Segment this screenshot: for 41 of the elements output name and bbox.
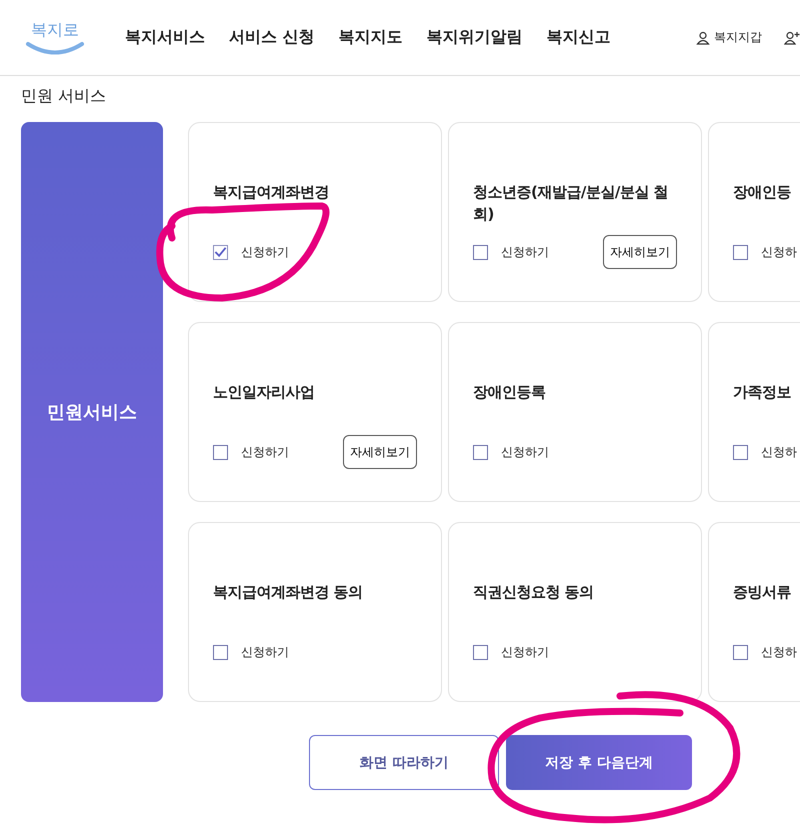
apply-checkbox[interactable]: 신청하기: [213, 644, 289, 660]
service-title: 노인일자리사업: [213, 382, 316, 403]
apply-checkbox[interactable]: 신청하기: [473, 644, 549, 660]
detail-button[interactable]: 자세히보기: [603, 235, 677, 269]
checkbox[interactable]: [733, 244, 748, 260]
checkbox[interactable]: [473, 444, 488, 460]
apply-checkbox[interactable]: 신청하: [733, 444, 797, 460]
nav-link[interactable]: 복지신고: [546, 27, 611, 48]
service-title: 직권신청요청 동의: [473, 582, 595, 603]
nav-link[interactable]: 복지위기알림: [426, 27, 523, 48]
apply-checkbox[interactable]: 신청하: [733, 644, 797, 660]
apply-checkbox[interactable]: 신청하기: [473, 244, 549, 260]
detail-button[interactable]: 자세히보기: [343, 435, 417, 469]
checkbox[interactable]: [733, 644, 748, 660]
checkbox[interactable]: [213, 244, 228, 260]
service-title: 복지급여계좌변경 동의: [213, 582, 364, 603]
nav-link[interactable]: 복지지도: [338, 27, 403, 48]
section-title: 민원 서비스: [21, 86, 108, 107]
tutorial-button[interactable]: 화면 따라하기: [309, 735, 499, 790]
apply-checkbox[interactable]: 신청하기: [213, 444, 289, 460]
service-title: 가족정보: [733, 382, 792, 403]
checkbox[interactable]: [213, 644, 228, 660]
apply-checkbox[interactable]: 신청하기: [213, 244, 289, 260]
wallet-link[interactable]: 복지지갑: [696, 29, 762, 46]
category-label: 민원서비스: [47, 401, 137, 424]
checkbox[interactable]: [213, 444, 228, 460]
add-person-icon[interactable]: [784, 30, 800, 44]
checkbox[interactable]: [733, 444, 748, 460]
service-title: 청소년증(재발급/분실/분실 철회): [473, 182, 670, 225]
service-title: 장애인등: [733, 182, 792, 203]
checkbox[interactable]: [473, 244, 488, 260]
save-next-button[interactable]: 저장 후 다음단계: [506, 735, 692, 790]
person-icon: [696, 30, 710, 44]
checkbox[interactable]: [473, 644, 488, 660]
apply-checkbox[interactable]: 신청하: [733, 244, 797, 260]
service-title: 복지급여계좌변경: [213, 182, 330, 203]
service-title: 장애인등록: [473, 382, 546, 403]
service-title: 증빙서류: [733, 582, 792, 603]
nav-link[interactable]: 서비스 신청: [229, 27, 315, 48]
apply-checkbox[interactable]: 신청하기: [473, 444, 549, 460]
nav-link[interactable]: 복지서비스: [125, 27, 205, 48]
